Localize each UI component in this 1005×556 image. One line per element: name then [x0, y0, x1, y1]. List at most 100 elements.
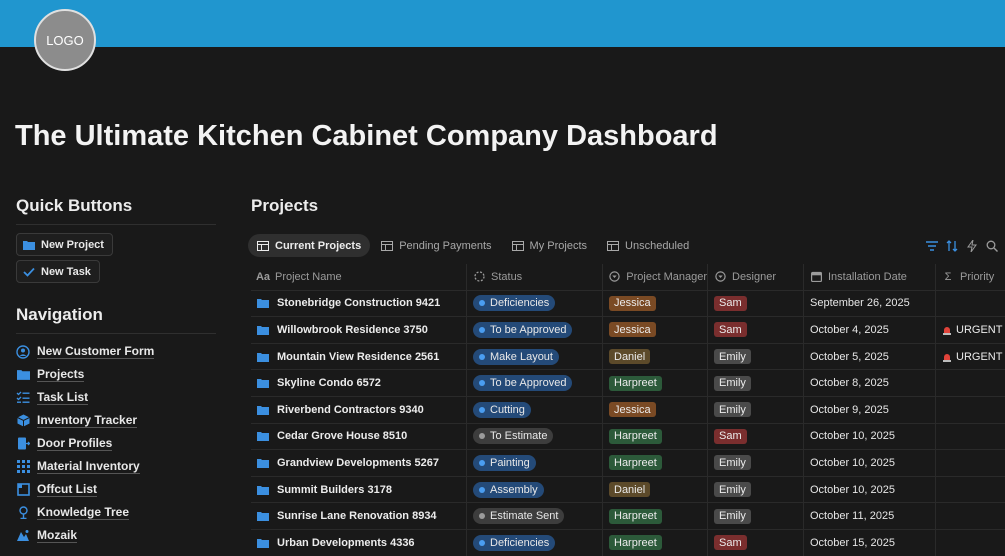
nav-item-knowledge-tree[interactable]: Knowledge Tree	[16, 501, 216, 524]
status-dot	[479, 300, 485, 307]
project-manager-cell[interactable]: Harpreet	[603, 529, 708, 556]
priority-cell[interactable]	[936, 424, 1005, 450]
designer-cell[interactable]: Sam	[708, 529, 804, 556]
installation-date: October 15, 2025	[810, 536, 896, 549]
table-row[interactable]: Stonebridge Construction 9421 Deficiencie…	[251, 290, 1005, 318]
installation-date-cell[interactable]: October 5, 2025	[804, 343, 936, 370]
new-task-button[interactable]: New Task	[16, 260, 100, 283]
column-header-status[interactable]: Status	[467, 264, 603, 290]
tab-pending-payments[interactable]: Pending Payments	[372, 234, 500, 257]
project-manager-cell[interactable]: Daniel	[603, 343, 708, 370]
status-cell[interactable]: Make Layout	[467, 343, 603, 370]
table-row[interactable]: Sunrise Lane Renovation 8934 Estimate Sen…	[251, 503, 1005, 530]
nav-item-offcut-list[interactable]: Offcut List	[16, 478, 216, 501]
status-cell[interactable]: To be Approved	[467, 370, 603, 396]
table-row[interactable]: Willowbrook Residence 3750 To be Approved…	[251, 317, 1005, 344]
nav-item-mozaik[interactable]: Mozaik	[16, 524, 216, 547]
nav-item-task-list[interactable]: Task List	[16, 386, 216, 409]
installation-date-cell[interactable]: September 26, 2025	[804, 290, 936, 317]
designer-cell[interactable]: Emily	[708, 370, 804, 396]
project-name-cell[interactable]: Mountain View Residence 2561	[251, 343, 467, 370]
status-cell[interactable]: Painting	[467, 450, 603, 476]
installation-date-cell[interactable]: October 4, 2025	[804, 317, 936, 343]
sort-icon[interactable]	[945, 239, 958, 252]
project-manager-cell[interactable]: Harpreet	[603, 423, 708, 450]
designer-cell[interactable]: Emily	[708, 503, 804, 529]
column-header-project-name[interactable]: Aa Project Name	[251, 264, 467, 290]
table-row[interactable]: Grandview Developments 5267 Painting Harpr…	[251, 450, 1005, 477]
status-badge: Deficiencies	[473, 534, 556, 551]
table-row[interactable]: Summit Builders 3178 Assembly Daniel Emily O…	[251, 476, 1005, 504]
installation-date-cell[interactable]: October 11, 2025	[804, 503, 936, 529]
designer-cell[interactable]: Emily	[708, 450, 804, 476]
status-cell[interactable]: To be Approved	[467, 317, 603, 343]
priority-cell[interactable]	[936, 530, 1005, 556]
table-row[interactable]: Urban Developments 4336 Deficiencies Harpr…	[251, 529, 1005, 556]
project-manager-cell[interactable]: Jessica	[603, 396, 708, 423]
project-name-cell[interactable]: Willowbrook Residence 3750	[251, 317, 467, 343]
designer-cell[interactable]: Emily	[708, 476, 804, 503]
project-manager-cell[interactable]: Harpreet	[603, 370, 708, 396]
tab-unscheduled[interactable]: Unscheduled	[598, 234, 698, 257]
status-cell[interactable]: Cutting	[467, 396, 603, 423]
filter-icon[interactable]	[925, 239, 938, 252]
installation-date-cell[interactable]: October 15, 2025	[804, 529, 936, 556]
priority-cell[interactable]	[936, 397, 1005, 423]
priority-cell[interactable]: URGENT	[936, 344, 1005, 370]
project-manager-cell[interactable]: Harpreet	[603, 503, 708, 529]
checkmark-icon	[23, 266, 35, 278]
new-project-button[interactable]: New Project	[16, 233, 113, 256]
table-row[interactable]: Mountain View Residence 2561 Make Layout D…	[251, 343, 1005, 371]
project-name-cell[interactable]: Grandview Developments 5267	[251, 450, 467, 476]
priority-cell[interactable]	[936, 477, 1005, 503]
installation-date-cell[interactable]: October 10, 2025	[804, 476, 936, 503]
column-header-project-manager[interactable]: Project Manager	[603, 264, 708, 290]
priority-cell[interactable]	[936, 503, 1005, 529]
table-row[interactable]: Riverbend Contractors 9340 Cutting Jessica…	[251, 396, 1005, 424]
project-name-cell[interactable]: Stonebridge Construction 9421	[251, 290, 467, 317]
designer-cell[interactable]: Emily	[708, 343, 804, 370]
project-name-cell[interactable]: Cedar Grove House 8510	[251, 423, 467, 450]
project-manager-cell[interactable]: Jessica	[603, 290, 708, 317]
designer-cell[interactable]: Sam	[708, 317, 804, 343]
status-cell[interactable]: Assembly	[467, 476, 603, 503]
designer-tag: Emily	[714, 455, 751, 471]
table-row[interactable]: Skyline Condo 6572 To be Approved Harpreet…	[251, 370, 1005, 397]
project-manager-cell[interactable]: Daniel	[603, 476, 708, 503]
nav-item-inventory-tracker[interactable]: Inventory Tracker	[16, 409, 216, 432]
column-header-installation-date[interactable]: Installation Date	[804, 264, 936, 290]
project-name-cell[interactable]: Sunrise Lane Renovation 8934	[251, 503, 467, 529]
nav-item-material-inventory[interactable]: Material Inventory	[16, 455, 216, 478]
priority-cell[interactable]	[936, 370, 1005, 396]
column-header-designer[interactable]: Designer	[708, 264, 804, 290]
status-cell[interactable]: Deficiencies	[467, 529, 603, 556]
designer-cell[interactable]: Sam	[708, 290, 804, 317]
installation-date-cell[interactable]: October 9, 2025	[804, 396, 936, 423]
status-cell[interactable]: Estimate Sent	[467, 503, 603, 529]
tab-my-projects[interactable]: My Projects	[503, 234, 596, 257]
installation-date-cell[interactable]: October 10, 2025	[804, 450, 936, 476]
designer-cell[interactable]: Sam	[708, 423, 804, 450]
installation-date-cell[interactable]: October 8, 2025	[804, 370, 936, 396]
priority-cell[interactable]: URGENT	[936, 317, 1005, 343]
nav-item-projects[interactable]: Projects	[16, 363, 216, 386]
search-icon[interactable]	[985, 239, 998, 252]
project-manager-cell[interactable]: Jessica	[603, 317, 708, 343]
designer-cell[interactable]: Emily	[708, 396, 804, 423]
installation-date-cell[interactable]: October 10, 2025	[804, 423, 936, 450]
project-name-cell[interactable]: Skyline Condo 6572	[251, 370, 467, 396]
priority-cell[interactable]	[936, 291, 1005, 317]
nav-item-door-profiles[interactable]: Door Profiles	[16, 432, 216, 455]
automation-icon[interactable]	[965, 239, 978, 252]
table-row[interactable]: Cedar Grove House 8510 To Estimate Harpree…	[251, 423, 1005, 451]
nav-item-new-customer-form[interactable]: New Customer Form	[16, 340, 216, 363]
priority-cell[interactable]	[936, 450, 1005, 476]
project-name-cell[interactable]: Urban Developments 4336	[251, 529, 467, 556]
column-header-priority[interactable]: Σ Priority	[936, 264, 1005, 290]
project-name-cell[interactable]: Summit Builders 3178	[251, 476, 467, 503]
project-manager-cell[interactable]: Harpreet	[603, 450, 708, 476]
project-name-cell[interactable]: Riverbend Contractors 9340	[251, 396, 467, 423]
status-cell[interactable]: Deficiencies	[467, 290, 603, 317]
tab-current-projects[interactable]: Current Projects	[248, 234, 371, 257]
status-cell[interactable]: To Estimate	[467, 423, 603, 450]
